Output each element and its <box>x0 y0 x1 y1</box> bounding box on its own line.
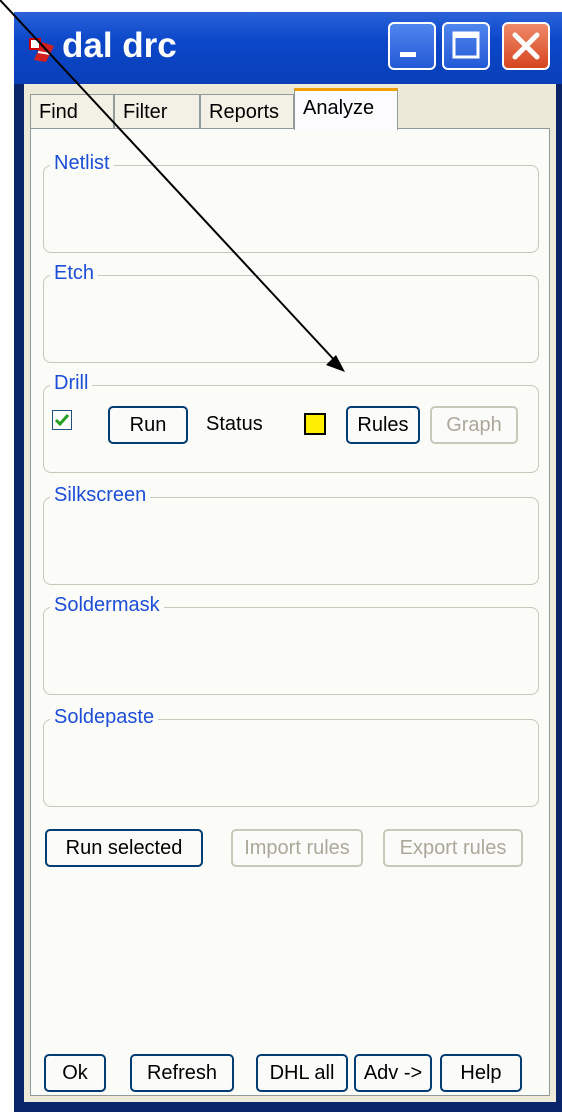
tab-analyze-label: Analyze <box>303 97 375 119</box>
tab-analyze[interactable]: Analyze <box>294 88 398 130</box>
annotation-arrow <box>0 0 345 372</box>
